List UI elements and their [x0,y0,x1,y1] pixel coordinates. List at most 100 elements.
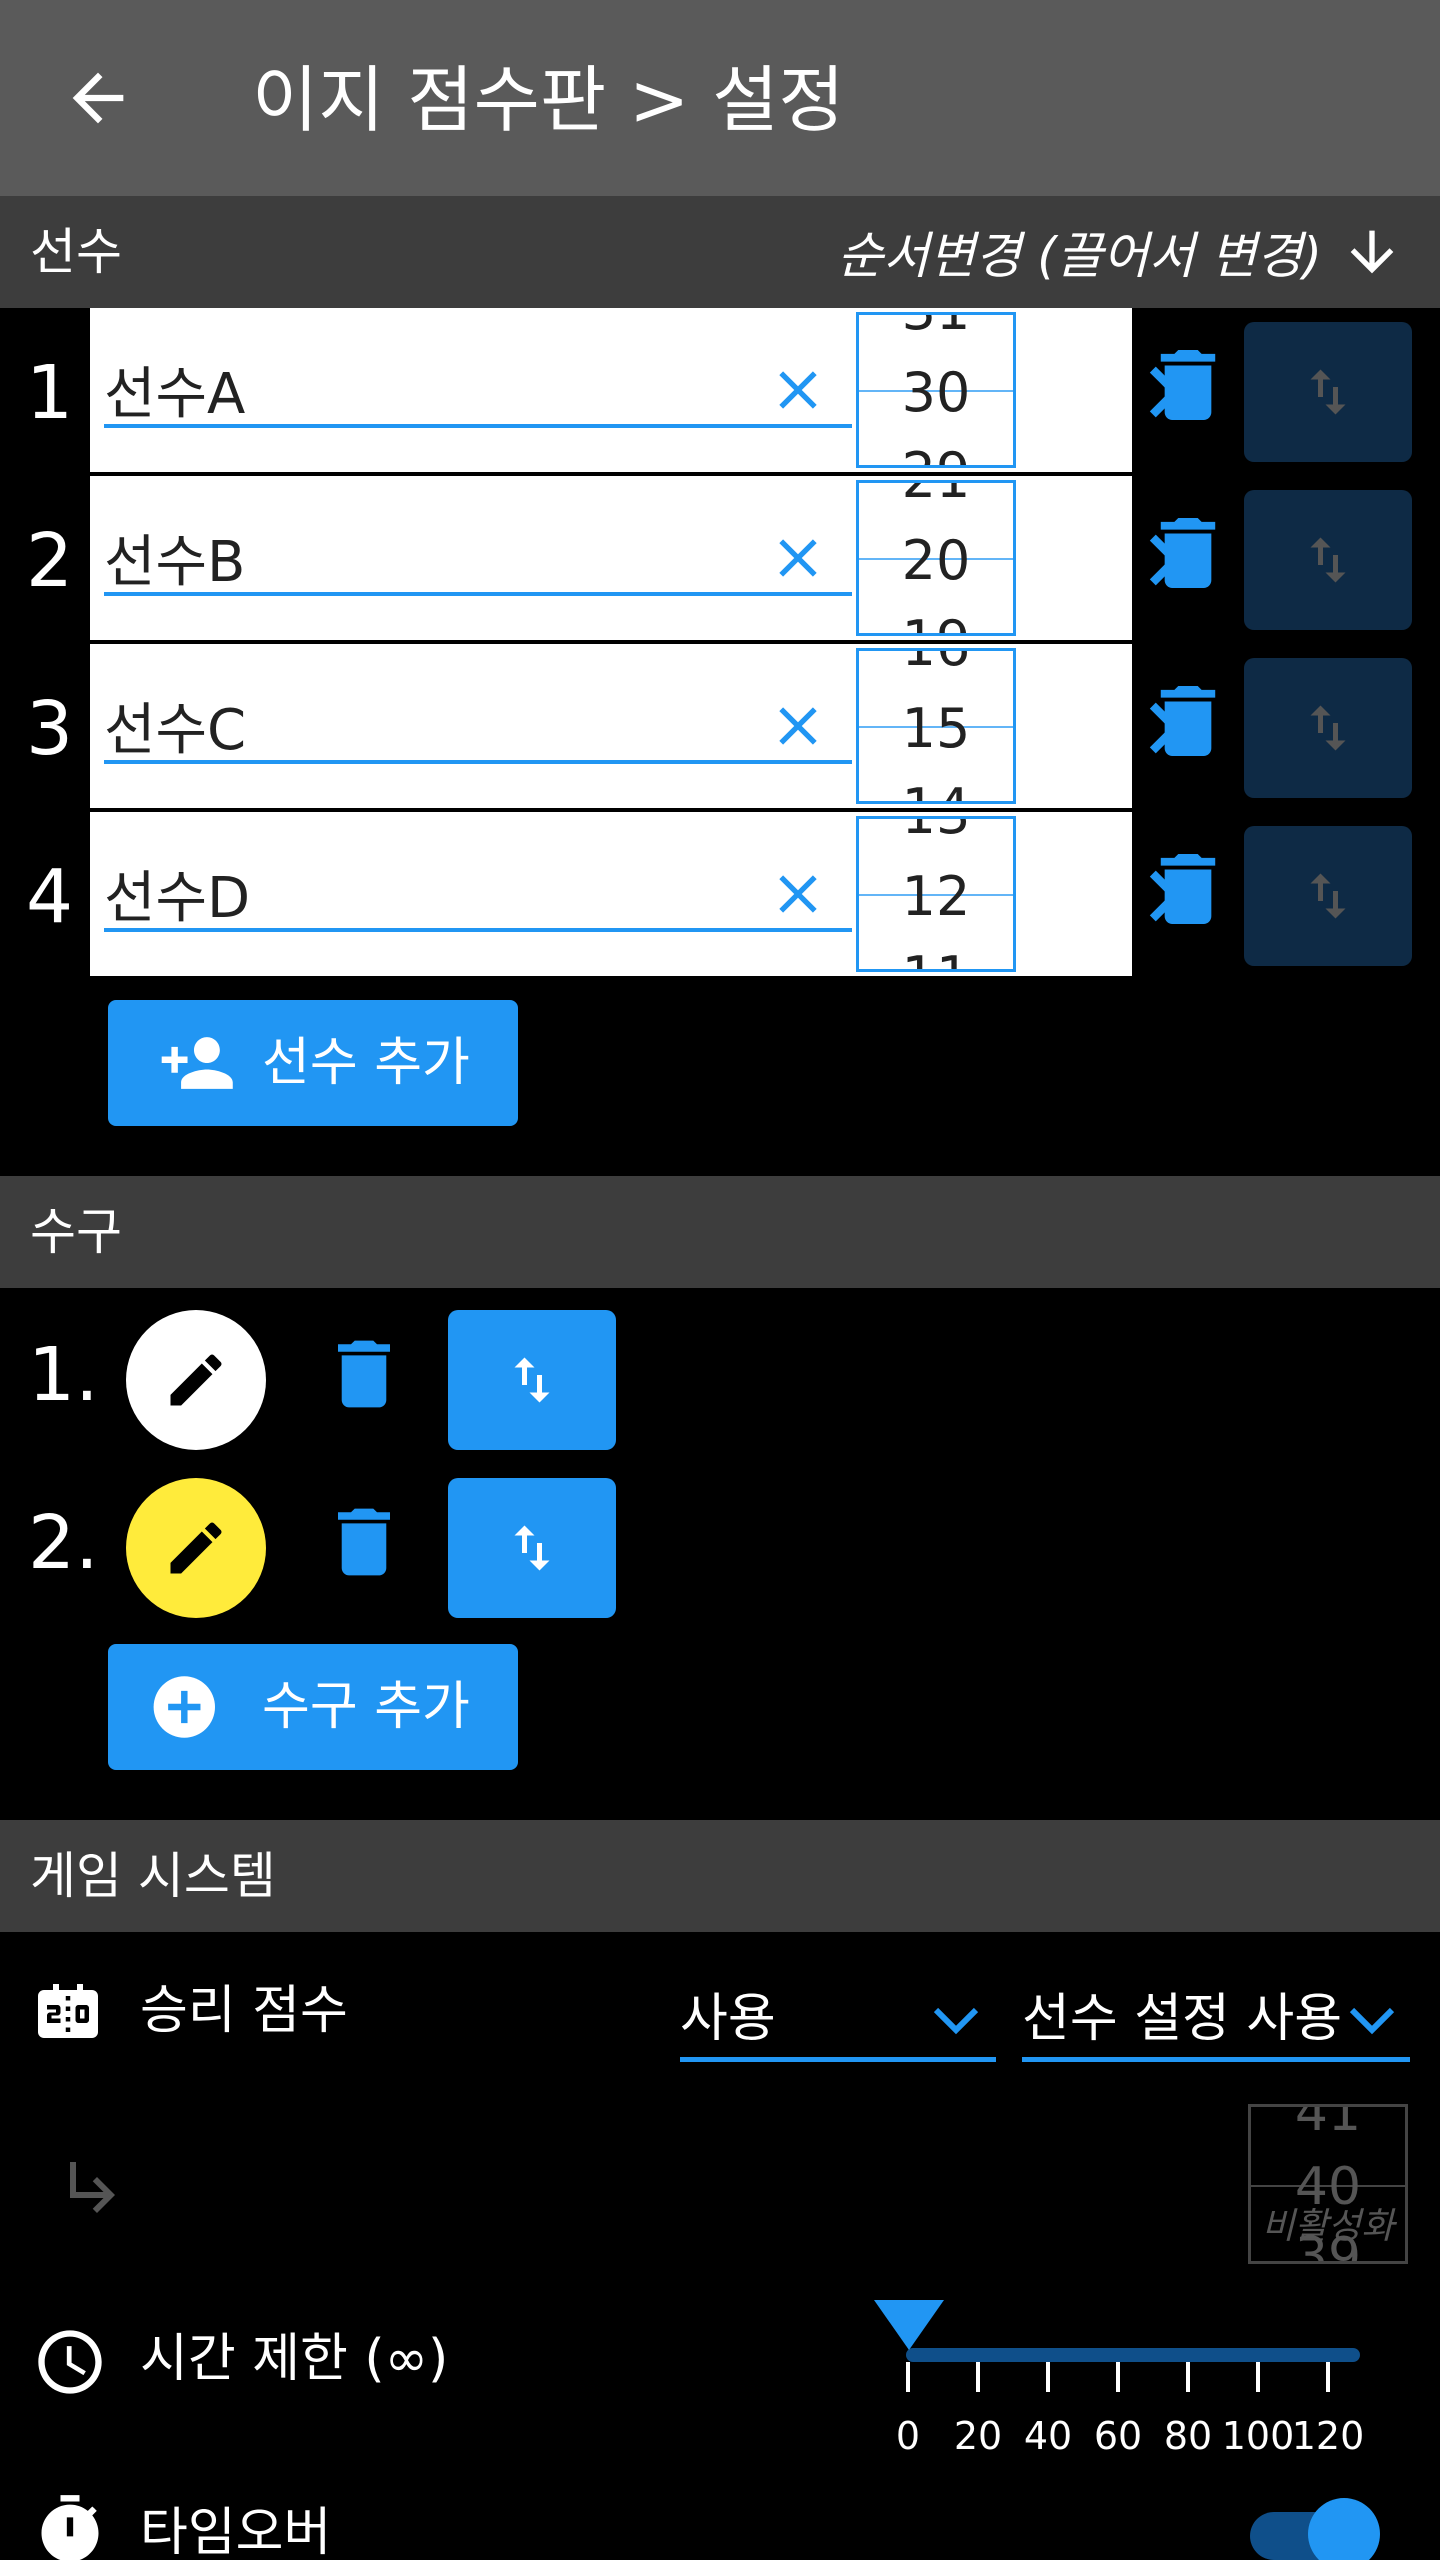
slider-tick-label: 80 [1163,2414,1213,2458]
timeover-label: 타임오버 [140,2503,332,2560]
win-score-use-value: 사용 [680,1989,776,2049]
add-circle-icon [153,1676,215,1738]
player-card: 선수D 13 12 11 [90,812,1182,976]
slider-tick [1046,2362,1050,2392]
picker-value: 20 [901,529,971,592]
app-bar: 이지 점수판 > 설정 [0,0,1440,196]
reorder-handle[interactable] [1244,826,1412,966]
win-score-mode-select[interactable]: 선수 설정 사용 [1022,1976,1410,2062]
slider-tick-label: 0 [895,2414,921,2458]
chevron-down-icon [933,2007,979,2035]
score-picker[interactable]: 13 12 11 [856,816,1016,972]
picker-prev: 41 [1294,2104,1362,2143]
reorder-toggle[interactable]: 순서변경 (끌어서 변경) [837,218,1404,286]
reorder-handle[interactable] [448,1310,616,1450]
game-system-section-header: 게임 시스템 [0,1820,1440,1932]
clear-icon[interactable] [766,526,830,590]
player-row: 3 선수C 16 15 14 [0,644,1440,812]
swap-vert-icon [1310,537,1346,583]
slider-tick [1186,2362,1190,2392]
player-name-input[interactable]: 선수B [104,528,245,598]
win-score-picker-disabled: 41 40 39 비활성화 [1248,2104,1408,2264]
slider-tick-label: 100 [1221,2414,1295,2458]
player-row: 1 선수A 31 30 29 [0,308,1440,476]
clear-icon[interactable] [766,694,830,758]
scoreboard-icon [38,1984,98,2038]
person-add-icon [161,1037,233,1089]
delete-icon[interactable] [1160,518,1216,588]
slider-tick-label: 120 [1291,2414,1365,2458]
timeover-row: 타임오버 [0,2492,1440,2560]
score-picker[interactable]: 31 30 29 [856,312,1016,468]
input-underline [104,424,852,428]
player-row: 4 선수D 13 12 11 [0,812,1440,980]
chevron-down-icon [1349,2007,1395,2035]
swap-vert-icon [1310,369,1346,415]
tools-section-label: 수구 [30,1203,122,1261]
slider-tick-label: 60 [1093,2414,1143,2458]
player-name-input[interactable]: 선수C [104,696,246,766]
picker-value: 30 [901,361,971,424]
player-card: 선수A 31 30 29 [90,308,1182,472]
picker-next: 19 [859,611,1013,634]
timer-icon [41,2495,99,2560]
reorder-handle[interactable] [1244,658,1412,798]
tools-section-header: 수구 [0,1176,1440,1288]
slider-track[interactable] [906,2348,1360,2362]
ball-color-button[interactable] [126,1310,266,1450]
score-picker[interactable]: 21 20 19 [856,480,1016,636]
picker-prev: 16 [859,651,1013,677]
page-title: 이지 점수판 > 설정 [252,58,845,142]
back-arrow-icon[interactable] [60,60,136,136]
player-index: 3 [26,686,74,772]
add-ball-button[interactable]: 수구 추가 [108,1644,518,1770]
delete-icon[interactable] [1160,854,1216,924]
swap-vert-icon [1310,705,1346,751]
time-limit-label: 시간 제한 (∞) [140,2329,449,2389]
swap-vert-icon [514,1357,550,1403]
ball-color-button[interactable] [126,1478,266,1618]
reorder-handle[interactable] [1244,322,1412,462]
player-name-input[interactable]: 선수A [104,360,245,430]
picker-value: 15 [901,697,971,760]
edit-icon [170,1522,222,1574]
add-player-label: 선수 추가 [262,1033,470,1093]
reorder-handle[interactable] [448,1478,616,1618]
picker-prev: 13 [859,819,1013,845]
picker-prev: 21 [859,483,1013,509]
clear-icon[interactable] [766,358,830,422]
swap-vert-icon [1310,873,1346,919]
ball-index: 1. [28,1332,99,1418]
edit-icon [170,1354,222,1406]
player-name-input[interactable]: 선수D [104,864,250,934]
input-underline [104,760,852,764]
score-picker[interactable]: 16 15 14 [856,648,1016,804]
swap-vert-icon [514,1525,550,1571]
slider-tick [1256,2362,1260,2392]
clear-icon[interactable] [766,862,830,926]
clock-icon [38,2330,102,2394]
win-score-mode-value: 선수 설정 사용 [1022,1989,1343,2049]
reorder-handle[interactable] [1244,490,1412,630]
player-row: 2 선수B 21 20 19 [0,476,1440,644]
player-card: 선수C 16 15 14 [90,644,1182,808]
timeover-toggle[interactable] [1250,2498,1380,2560]
subdirectory-arrow-icon [70,2162,115,2213]
player-index: 2 [26,518,74,604]
delete-icon[interactable] [1160,686,1216,756]
slider-tick [1116,2362,1120,2392]
time-limit-slider[interactable]: 0 20 40 60 80 100 120 [874,2296,1374,2466]
add-ball-label: 수구 추가 [262,1677,470,1737]
picker-next: 29 [859,443,1013,466]
players-section-header: 선수 순서변경 (끌어서 변경) [0,196,1440,308]
add-player-button[interactable]: 선수 추가 [108,1000,518,1126]
slider-thumb[interactable] [874,2296,944,2352]
delete-icon[interactable] [1160,350,1216,420]
win-score-label: 승리 점수 [140,1981,348,2041]
win-score-use-select[interactable]: 사용 [680,1976,996,2062]
ball-row: 2. [0,1466,1440,1626]
picker-next: 14 [859,779,1013,802]
delete-icon[interactable] [338,1508,390,1576]
delete-icon[interactable] [338,1340,390,1408]
picker-prev: 31 [859,315,1013,341]
